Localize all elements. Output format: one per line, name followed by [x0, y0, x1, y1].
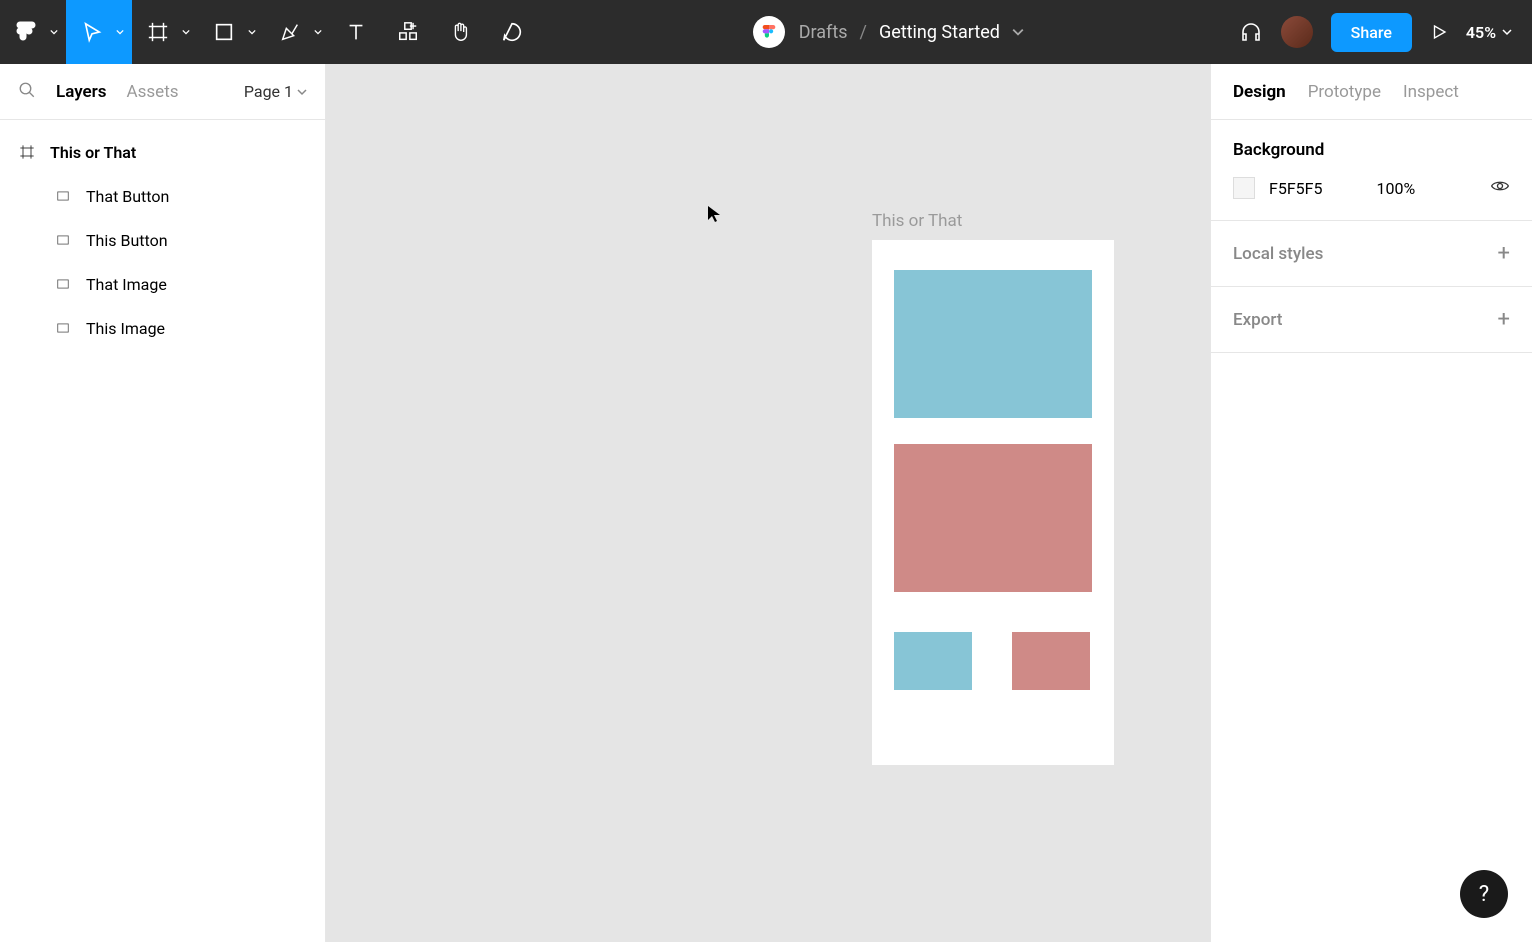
- background-section: Background F5F5F5 100%: [1211, 120, 1532, 221]
- move-tool-button[interactable]: [66, 0, 132, 64]
- background-hex[interactable]: F5F5F5: [1269, 179, 1323, 198]
- right-panel-tabs: Design Prototype Inspect: [1211, 64, 1532, 120]
- canvas-this-button[interactable]: [894, 632, 972, 690]
- chevron-down-icon: [314, 28, 322, 36]
- text-tool-icon: [345, 21, 367, 43]
- canvas-frame-label[interactable]: This or That: [872, 211, 962, 231]
- help-button[interactable]: ?: [1460, 870, 1508, 918]
- layer-item[interactable]: This Button: [0, 218, 325, 262]
- figma-menu-button[interactable]: [0, 0, 66, 64]
- shape-tool-button[interactable]: [198, 0, 264, 64]
- tab-prototype[interactable]: Prototype: [1308, 82, 1381, 102]
- tab-inspect[interactable]: Inspect: [1403, 82, 1459, 102]
- resources-icon: [397, 21, 419, 43]
- avatar[interactable]: [1281, 16, 1313, 48]
- play-icon: [1430, 23, 1448, 41]
- frame-tool-button[interactable]: [132, 0, 198, 64]
- export-title: Export: [1233, 310, 1282, 330]
- cursor-icon: [706, 204, 722, 224]
- audio-button[interactable]: [1239, 20, 1263, 44]
- present-button[interactable]: [1430, 23, 1448, 41]
- page-selector[interactable]: Page 1: [244, 82, 307, 101]
- rectangle-icon: [54, 275, 72, 293]
- eye-icon: [1490, 176, 1510, 196]
- chevron-down-icon: [50, 28, 58, 36]
- comment-icon: [501, 21, 523, 43]
- chevron-down-icon[interactable]: [1012, 26, 1024, 38]
- background-opacity[interactable]: 100%: [1377, 179, 1416, 198]
- page-label: Page 1: [244, 82, 293, 101]
- color-swatch[interactable]: [1233, 177, 1255, 199]
- pen-tool-button[interactable]: [264, 0, 330, 64]
- artboard[interactable]: [872, 240, 1114, 765]
- chevron-down-icon: [297, 87, 307, 97]
- text-tool-button[interactable]: [330, 0, 382, 64]
- canvas[interactable]: This or That: [326, 64, 1210, 942]
- layers-tree: This or That That Button This Button Tha…: [0, 120, 325, 350]
- breadcrumb-folder[interactable]: Drafts: [799, 22, 848, 43]
- search-button[interactable]: [18, 81, 36, 103]
- export-section: Export +: [1211, 287, 1532, 353]
- chevron-down-icon: [248, 28, 256, 36]
- chevron-down-icon: [116, 28, 124, 36]
- top-toolbar: Drafts / Getting Started Share 45%: [0, 0, 1532, 64]
- comment-tool-button[interactable]: [486, 0, 538, 64]
- frame-icon: [18, 143, 36, 161]
- toolbar-right: Share 45%: [1239, 0, 1532, 64]
- canvas-that-button[interactable]: [1012, 632, 1090, 690]
- layer-frame-label: This or That: [50, 143, 136, 162]
- chevron-down-icon: [182, 28, 190, 36]
- background-title: Background: [1233, 140, 1510, 160]
- figma-logo-icon: [16, 18, 36, 46]
- move-tool-icon: [81, 21, 103, 43]
- zoom-value: 45%: [1466, 23, 1496, 42]
- toolbar-center: Drafts / Getting Started: [538, 0, 1239, 64]
- frame-tool-icon: [147, 21, 169, 43]
- layer-item-label: This Button: [86, 231, 168, 250]
- share-button[interactable]: Share: [1331, 13, 1412, 52]
- add-export-button[interactable]: +: [1498, 307, 1510, 332]
- breadcrumb-separator: /: [860, 22, 867, 43]
- layer-item-label: That Button: [86, 187, 169, 206]
- left-panel: Layers Assets Page 1 This or That That B…: [0, 64, 326, 942]
- left-panel-tabs: Layers Assets Page 1: [0, 64, 325, 120]
- local-styles-title: Local styles: [1233, 244, 1323, 264]
- figma-logo-icon: [762, 22, 776, 42]
- hand-tool-button[interactable]: [434, 0, 486, 64]
- headphones-icon: [1239, 20, 1263, 44]
- layer-item-label: This Image: [86, 319, 165, 338]
- layer-item[interactable]: That Button: [0, 174, 325, 218]
- add-local-style-button[interactable]: +: [1498, 241, 1510, 266]
- tab-assets[interactable]: Assets: [127, 82, 179, 102]
- rectangle-icon: [54, 231, 72, 249]
- help-icon: ?: [1479, 882, 1489, 907]
- visibility-toggle[interactable]: [1490, 176, 1510, 200]
- tool-group-left: [0, 0, 538, 64]
- rectangle-tool-icon: [213, 21, 235, 43]
- layer-frame[interactable]: This or That: [0, 130, 325, 174]
- tab-design[interactable]: Design: [1233, 82, 1286, 102]
- right-panel: Design Prototype Inspect Background F5F5…: [1210, 64, 1532, 942]
- local-styles-section: Local styles +: [1211, 221, 1532, 287]
- layer-item[interactable]: This Image: [0, 306, 325, 350]
- layer-item[interactable]: That Image: [0, 262, 325, 306]
- resources-tool-button[interactable]: [382, 0, 434, 64]
- file-icon: [753, 16, 785, 48]
- layer-item-label: That Image: [86, 275, 167, 294]
- pen-tool-icon: [279, 21, 301, 43]
- breadcrumb-file[interactable]: Getting Started: [879, 22, 1000, 43]
- background-row: F5F5F5 100%: [1233, 176, 1510, 200]
- hand-tool-icon: [449, 21, 471, 43]
- search-icon: [18, 81, 36, 99]
- canvas-that-image[interactable]: [894, 444, 1092, 592]
- tab-layers[interactable]: Layers: [56, 82, 107, 102]
- main-area: Layers Assets Page 1 This or That That B…: [0, 64, 1532, 942]
- canvas-this-image[interactable]: [894, 270, 1092, 418]
- rectangle-icon: [54, 319, 72, 337]
- rectangle-icon: [54, 187, 72, 205]
- zoom-control[interactable]: 45%: [1466, 23, 1512, 42]
- breadcrumb[interactable]: Drafts / Getting Started: [799, 22, 1024, 43]
- chevron-down-icon: [1502, 27, 1512, 37]
